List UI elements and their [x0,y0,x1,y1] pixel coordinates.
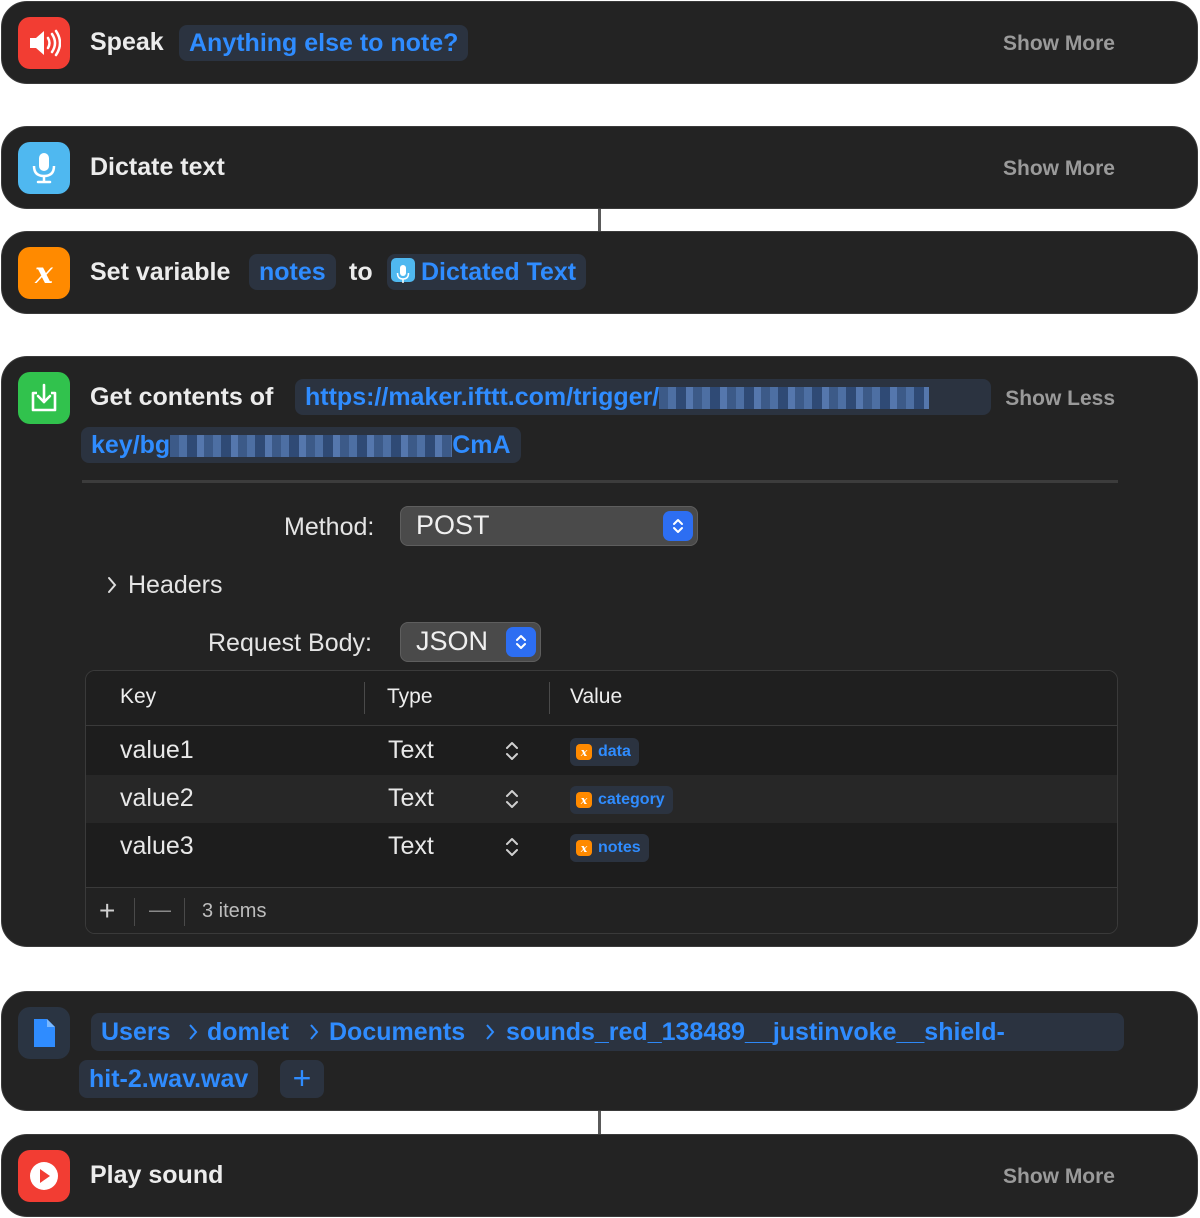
headers-label: Headers [128,571,223,599]
dictated-text-token[interactable]: Dictated Text [387,254,587,290]
add-file-button[interactable]: + [280,1060,324,1098]
row-type[interactable]: Text [388,832,434,861]
url-text-line2-end: CmA [452,431,511,459]
up-down-arrows-icon[interactable] [504,738,520,764]
file-path-token-line2[interactable]: hit-2.wav.wav [79,1060,259,1098]
url-token-line2[interactable]: key/bg CmA [81,427,521,463]
table-footer: + — 3 items [86,887,1117,933]
chevron-right-icon [189,1024,198,1040]
play-sound-action-card[interactable]: Play sound Show More [1,1134,1198,1217]
dictate-title: Dictate text [90,153,225,181]
variable-name-token[interactable]: notes [249,254,336,290]
column-separator [364,682,365,714]
table-header: Key Type Value [86,671,1117,726]
request-body-table: Key Type Value value1 Text x data value2 … [85,670,1118,934]
dictated-text-label: Dictated Text [421,258,577,286]
speak-title: Speak [90,28,164,56]
url-text-line2-start: key/bg [91,431,171,459]
variable-icon: x [18,247,70,299]
speak-text-token[interactable]: Anything else to note? [179,25,469,61]
set-variable-title: Set variable [90,258,231,286]
request-body-value: JSON [416,626,489,656]
value-variable-token[interactable]: x data [570,738,639,766]
chevron-right-icon [310,1024,319,1040]
up-down-arrows-icon [663,511,693,541]
microphone-icon [18,142,70,194]
download-icon [18,372,70,424]
column-separator [549,682,550,714]
variable-icon: x [576,744,592,760]
table-row[interactable]: value1 Text x data [86,727,1117,775]
request-body-select[interactable]: JSON [400,622,541,662]
redacted-url-part [659,387,930,410]
request-body-label: Request Body: [208,629,372,657]
method-label: Method: [284,513,375,541]
path-segment[interactable]: domlet [207,1013,289,1051]
items-count: 3 items [202,900,267,922]
value-variable-label: data [598,743,631,760]
up-down-arrows-icon[interactable] [504,786,520,812]
column-header-value: Value [570,685,623,708]
row-key[interactable]: value2 [120,784,194,813]
dictate-action-card[interactable]: Dictate text Show More [1,126,1198,209]
play-sound-title: Play sound [90,1161,224,1189]
row-type[interactable]: Text [388,784,434,813]
show-less-button[interactable]: Show Less [1005,387,1115,411]
row-key[interactable]: value1 [120,736,194,765]
action-connector [598,209,601,231]
value-variable-token[interactable]: x category [570,786,673,814]
up-down-arrows-icon [506,627,536,657]
footer-separator [134,898,135,926]
path-segment[interactable]: sounds_red_138489__justinvoke__shield- [506,1013,1005,1051]
document-icon [18,1007,70,1059]
speak-action-card[interactable]: Speak Anything else to note? Show More [1,1,1198,84]
speak-show-more-button[interactable]: Show More [1003,32,1115,56]
action-connector [598,1111,601,1134]
variable-icon: x [576,840,592,856]
microphone-icon [391,258,415,284]
row-type[interactable]: Text [388,736,434,765]
chevron-right-icon [486,1024,495,1040]
file-action-card[interactable]: Users domlet Documents sounds_red_138489… [1,991,1198,1111]
row-key[interactable]: value3 [120,832,194,861]
value-variable-label: category [598,791,665,808]
path-segment[interactable]: Users [101,1013,171,1051]
dictate-show-more-button[interactable]: Show More [1003,157,1115,181]
set-variable-to-label: to [349,258,373,286]
method-select[interactable]: POST [400,506,698,546]
play-icon [18,1150,70,1202]
chevron-right-icon [108,577,117,593]
set-variable-action-card[interactable]: x Set variable notes to Dictated Text [1,231,1198,314]
variable-icon: x [576,792,592,808]
get-contents-title: Get contents of [90,383,274,411]
url-text-line1: https://maker.ifttt.com/trigger/ [305,383,660,411]
column-header-type: Type [387,685,433,708]
path-segment[interactable]: Documents [329,1013,465,1051]
redacted-url-part [170,435,453,458]
file-path-token[interactable]: Users domlet Documents sounds_red_138489… [91,1013,1124,1051]
value-variable-token[interactable]: x notes [570,834,649,862]
speaker-icon [18,17,70,69]
column-header-key: Key [120,685,157,708]
value-variable-label: notes [598,839,641,856]
footer-separator [184,898,185,926]
method-value: POST [416,510,490,540]
url-token-line1[interactable]: https://maker.ifttt.com/trigger/ [295,379,991,415]
get-contents-action-card[interactable]: Get contents of https://maker.ifttt.com/… [1,356,1198,947]
divider [82,480,1118,483]
remove-row-button[interactable]: — [149,897,171,923]
up-down-arrows-icon[interactable] [504,834,520,860]
table-row[interactable]: value2 Text x category [86,775,1117,823]
add-row-button[interactable]: + [99,895,115,927]
table-row[interactable]: value3 Text x notes [86,823,1117,871]
play-sound-show-more-button[interactable]: Show More [1003,1165,1115,1189]
